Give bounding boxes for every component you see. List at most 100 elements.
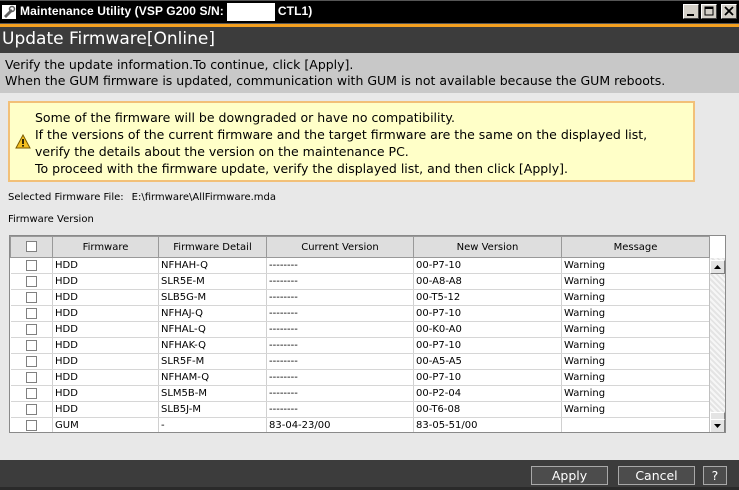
close-button[interactable] bbox=[721, 4, 737, 19]
table-row[interactable]: HDD SLM5B-M -------- 00-P2-04 Warning bbox=[10, 385, 710, 402]
row-select-cell[interactable] bbox=[10, 273, 53, 290]
row-select-cell[interactable] bbox=[10, 401, 53, 418]
row-select-cell[interactable] bbox=[10, 289, 53, 306]
cell-firmware-detail: NFHAK-Q bbox=[158, 337, 267, 354]
cell-firmware: HDD bbox=[52, 321, 159, 338]
column-header-firmware-detail[interactable]: Firmware Detail bbox=[158, 236, 267, 258]
cell-new-version: 00-T5-12 bbox=[413, 289, 562, 306]
window-title: Maintenance Utility (VSP G200 S/N: CTL1) bbox=[20, 3, 312, 21]
row-select-cell[interactable] bbox=[10, 353, 53, 370]
arrow-down-icon bbox=[714, 424, 721, 428]
firmware-version-label: Firmware Version bbox=[8, 214, 94, 225]
row-checkbox[interactable] bbox=[25, 323, 37, 335]
table-row[interactable]: HDD NFHAM-Q -------- 00-P7-10 Warning bbox=[10, 369, 710, 386]
cell-firmware: HDD bbox=[52, 369, 159, 386]
firmware-grid: Firmware Firmware Detail Current Version… bbox=[10, 236, 710, 432]
table-row[interactable]: HDD SLB5J-M -------- 00-T6-08 Warning bbox=[10, 401, 710, 418]
column-header-new-version[interactable]: New Version bbox=[413, 236, 562, 258]
warning-line-4: To proceed with the firmware update, ver… bbox=[35, 161, 568, 176]
row-checkbox[interactable] bbox=[25, 339, 37, 351]
cell-new-version: 00-T6-08 bbox=[413, 401, 562, 418]
warning-text: Some of the firmware will be downgraded … bbox=[35, 109, 647, 177]
cell-current-version: -------- bbox=[266, 289, 414, 306]
warning-line-2: If the versions of the current firmware … bbox=[35, 127, 648, 142]
row-checkbox[interactable] bbox=[25, 419, 37, 431]
warning-box: Some of the firmware will be downgraded … bbox=[8, 101, 695, 182]
warning-triangle-icon bbox=[15, 134, 31, 149]
cancel-button[interactable]: Cancel bbox=[618, 466, 695, 485]
cell-message: Warning bbox=[561, 337, 710, 354]
cell-firmware-detail: SLR5E-M bbox=[158, 273, 267, 290]
window-title-suffix: CTL1) bbox=[277, 4, 313, 19]
table-row[interactable]: HDD NFHAH-Q -------- 00-P7-10 Warning bbox=[10, 257, 710, 274]
cell-firmware: GUM bbox=[52, 417, 159, 432]
warning-line-3: verify the details about the version on … bbox=[35, 144, 409, 159]
cell-message: Warning bbox=[561, 353, 710, 370]
row-checkbox[interactable] bbox=[25, 275, 37, 287]
cell-firmware-detail: NFHAL-Q bbox=[158, 321, 267, 338]
cell-current-version: -------- bbox=[266, 273, 414, 290]
cell-current-version: -------- bbox=[266, 369, 414, 386]
info-line-2: When the GUM firmware is updated, commun… bbox=[5, 73, 666, 88]
table-scrollbar[interactable] bbox=[709, 258, 725, 432]
cell-current-version: -------- bbox=[266, 401, 414, 418]
cell-firmware-detail: SLM5B-M bbox=[158, 385, 267, 402]
cell-firmware: HDD bbox=[52, 401, 159, 418]
table-row[interactable]: HDD SLR5F-M -------- 00-A5-A5 Warning bbox=[10, 353, 710, 370]
selected-file-info: Selected Firmware File: E:\firmware\AllFi… bbox=[8, 192, 276, 203]
dialog-footer: Apply Cancel ? bbox=[0, 460, 739, 490]
column-header-message[interactable]: Message bbox=[561, 236, 710, 258]
cell-new-version: 00-K0-A0 bbox=[413, 321, 562, 338]
row-checkbox[interactable] bbox=[25, 371, 37, 383]
minimize-button[interactable] bbox=[683, 4, 699, 19]
table-row[interactable]: HDD NFHAJ-Q -------- 00-P7-10 Warning bbox=[10, 305, 710, 322]
cell-message: Warning bbox=[561, 401, 710, 418]
row-select-cell[interactable] bbox=[10, 257, 53, 274]
row-checkbox[interactable] bbox=[25, 291, 37, 303]
cell-current-version: -------- bbox=[266, 353, 414, 370]
cell-current-version: -------- bbox=[266, 385, 414, 402]
table-row[interactable]: HDD NFHAL-Q -------- 00-K0-A0 Warning bbox=[10, 321, 710, 338]
cell-firmware-detail: NFHAH-Q bbox=[158, 257, 267, 274]
row-checkbox[interactable] bbox=[25, 307, 37, 319]
cell-firmware-detail: SLR5F-M bbox=[158, 353, 267, 370]
table-row[interactable]: HDD SLR5E-M -------- 00-A8-A8 Warning bbox=[10, 273, 710, 290]
column-header-firmware[interactable]: Firmware bbox=[52, 236, 159, 258]
column-header-current-version[interactable]: Current Version bbox=[266, 236, 414, 258]
row-select-cell[interactable] bbox=[10, 385, 53, 402]
row-select-cell[interactable] bbox=[10, 337, 53, 354]
scroll-down-button[interactable] bbox=[710, 419, 725, 432]
page-header: Update Firmware[Online] bbox=[0, 24, 739, 53]
table-row[interactable]: HDD NFHAK-Q -------- 00-P7-10 Warning bbox=[10, 337, 710, 354]
table-row[interactable]: GUM -83-04-23/00 83-05-51/00 bbox=[10, 417, 710, 432]
row-select-cell[interactable] bbox=[10, 417, 53, 432]
cell-new-version: 00-P7-10 bbox=[413, 369, 562, 386]
maximize-button[interactable] bbox=[701, 4, 717, 19]
row-checkbox[interactable] bbox=[25, 387, 37, 399]
select-all-checkbox[interactable] bbox=[26, 241, 37, 253]
table-row[interactable]: HDD SLB5G-M -------- 00-T5-12 Warning bbox=[10, 289, 710, 306]
cell-new-version: 00-A5-A5 bbox=[413, 353, 562, 370]
cell-firmware: HDD bbox=[52, 257, 159, 274]
row-checkbox[interactable] bbox=[25, 355, 37, 367]
row-select-cell[interactable] bbox=[10, 321, 53, 338]
cell-firmware: HDD bbox=[52, 289, 159, 306]
minimize-icon bbox=[687, 14, 694, 16]
info-line-1: Verify the update information.To continu… bbox=[5, 57, 354, 72]
cell-message: Warning bbox=[561, 321, 710, 338]
cell-message: Warning bbox=[561, 273, 710, 290]
cell-current-version: -------- bbox=[266, 305, 414, 322]
help-button[interactable]: ? bbox=[703, 466, 727, 485]
apply-button[interactable]: Apply bbox=[531, 466, 608, 485]
row-select-cell[interactable] bbox=[10, 305, 53, 322]
cell-firmware-detail: NFHAM-Q bbox=[158, 369, 267, 386]
row-select-cell[interactable] bbox=[10, 369, 53, 386]
scroll-up-button[interactable] bbox=[710, 260, 725, 274]
cell-firmware: HDD bbox=[52, 305, 159, 322]
cell-firmware: HDD bbox=[52, 385, 159, 402]
selected-file-label: Selected Firmware File: bbox=[8, 192, 124, 203]
row-checkbox[interactable] bbox=[25, 403, 37, 415]
row-checkbox[interactable] bbox=[25, 259, 37, 271]
select-all-header[interactable] bbox=[10, 236, 53, 258]
cell-current-version: -------- bbox=[266, 257, 414, 274]
